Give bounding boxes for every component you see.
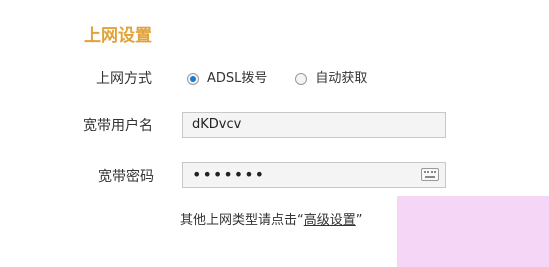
auto-radio-button[interactable] xyxy=(295,73,308,85)
auto-radio-option[interactable]: 自动获取 xyxy=(295,69,367,89)
hint-prefix: 其他上网类型请点击“ xyxy=(180,213,304,228)
auto-radio-label[interactable]: 自动获取 xyxy=(315,69,367,89)
connection-type-options: ADSL拨号 自动获取 xyxy=(187,69,367,89)
advanced-settings-link[interactable]: 高级设置 xyxy=(304,213,356,228)
page-title: 上网设置 xyxy=(84,26,152,46)
adsl-radio-label[interactable]: ADSL拨号 xyxy=(207,69,267,89)
keyboard-icon[interactable] xyxy=(421,168,439,181)
advanced-settings-hint: 其他上网类型请点击“高级设置” xyxy=(180,211,363,231)
adsl-radio-option[interactable]: ADSL拨号 xyxy=(187,69,267,89)
connection-type-label: 上网方式 xyxy=(96,71,152,87)
corner-overlay xyxy=(397,196,549,267)
username-label: 宽带用户名 xyxy=(83,118,153,134)
hint-suffix: ” xyxy=(355,213,363,228)
username-input[interactable]: dKDvcv xyxy=(182,112,446,138)
adsl-radio-button[interactable] xyxy=(187,73,199,85)
password-input[interactable]: ••••••• xyxy=(182,162,446,188)
password-masked-value: ••••••• xyxy=(192,165,266,184)
password-label: 宽带密码 xyxy=(98,169,154,185)
